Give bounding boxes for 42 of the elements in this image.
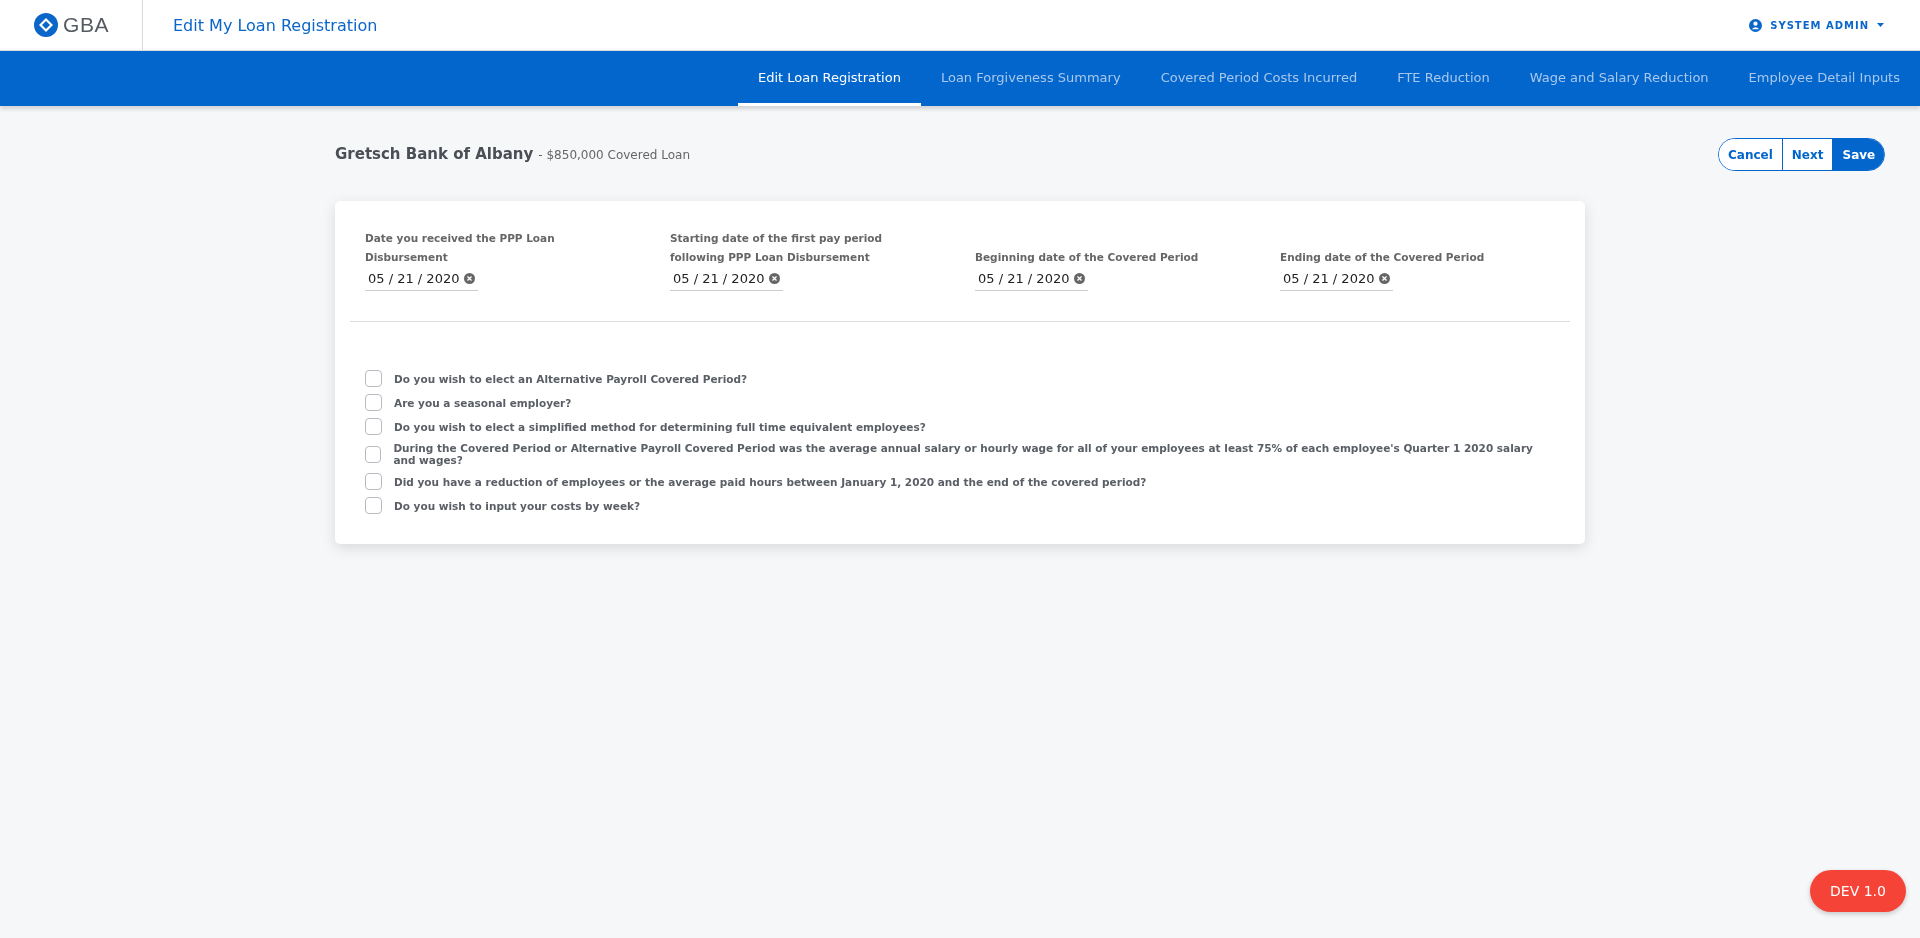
date-field[interactable]: 05 / 21 / 2020	[1280, 269, 1394, 291]
clear-icon[interactable]	[1074, 273, 1086, 284]
caret-icon	[1877, 23, 1884, 27]
logo-icon	[33, 12, 60, 38]
action-button[interactable]: Cancel	[1719, 139, 1782, 170]
nav-tab[interactable]: FTE Reduction	[1377, 51, 1510, 106]
logo-text: GBA	[63, 13, 109, 37]
date-field[interactable]: 05 / 21 / 2020	[365, 269, 479, 291]
action-button[interactable]: Next	[1781, 139, 1833, 170]
loan-detail: - $850,000 Covered Loan	[538, 148, 690, 162]
question-label: During the Covered Period or Alternative Payroll Covered Period was the average annual salary or hourly wage for all of your employees at least 75% of each employee's Quarter 1 2020 salary and wages?	[393, 442, 1534, 466]
user-icon	[1749, 18, 1763, 32]
checkbox[interactable]	[365, 497, 382, 514]
question-label: Do you wish to elect a simplified method for determining full time equivalent employees?	[394, 420, 926, 433]
action-button[interactable]: Save	[1832, 139, 1885, 170]
field-label: Date you received the PPP Loan Disbursement	[365, 231, 556, 265]
checkbox[interactable]	[365, 418, 382, 435]
clear-icon[interactable]	[1379, 273, 1391, 284]
field-label: Ending date of the Covered Period	[1280, 250, 1486, 265]
clear-icon[interactable]	[769, 273, 781, 284]
question-label: Did you have a reduction of employees or the average paid hours between January 1, 2020 and the end of the covered period?	[394, 475, 1147, 488]
nav-tab[interactable]: Covered Period Costs Incurred	[1140, 51, 1378, 106]
page-title: Edit My Loan Registration	[173, 15, 379, 35]
nav-tab[interactable]: Employee Detail Inputs	[1728, 51, 1920, 106]
clear-icon[interactable]	[464, 273, 476, 284]
checkbox[interactable]	[365, 394, 382, 411]
version-badge: DEV 1.0	[1810, 870, 1906, 912]
date-field[interactable]: 05 / 21 / 2020	[670, 269, 784, 291]
bank-name: Gretsch Bank of Albany	[335, 144, 534, 163]
nav-tab[interactable]: Edit Loan Registration	[737, 51, 921, 106]
field-label: Beginning date of the Covered Period	[975, 250, 1200, 265]
question-label: Do you wish to elect an Alternative Payroll Covered Period?	[394, 372, 748, 385]
checkbox[interactable]	[365, 370, 382, 387]
checkbox[interactable]	[365, 445, 382, 463]
field-label: Starting date of the first pay period following PPP Loan Disbursement	[670, 231, 884, 265]
question-label: Do you wish to input your costs by week?	[394, 499, 641, 512]
nav-tab[interactable]: Wage and Salary Reduction	[1509, 51, 1729, 106]
question-label: Are you a seasonal employer?	[394, 396, 572, 409]
user-menu[interactable]: SYSTEM ADMIN	[1749, 18, 1884, 32]
nav-tab[interactable]: Loan Forgiveness Summary	[920, 51, 1141, 106]
date-field[interactable]: 05 / 21 / 2020	[975, 269, 1089, 291]
checkbox[interactable]	[365, 473, 382, 490]
